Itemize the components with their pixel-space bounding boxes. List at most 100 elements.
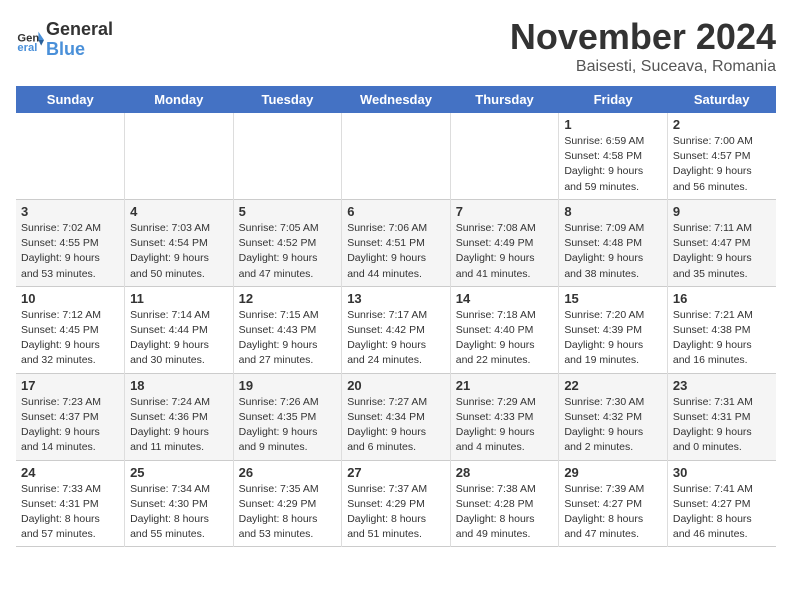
- day-info: Sunrise: 7:09 AM Sunset: 4:48 PM Dayligh…: [564, 221, 662, 282]
- day-number: 21: [456, 378, 554, 393]
- day-number: 15: [564, 291, 662, 306]
- calendar-cell: 29 Sunrise: 7:39 AM Sunset: 4:27 PM Dayli…: [559, 460, 668, 547]
- day-number: 26: [239, 465, 337, 480]
- calendar-cell: 13 Sunrise: 7:17 AM Sunset: 4:42 PM Dayli…: [342, 286, 451, 373]
- day-info: Sunrise: 7:29 AM Sunset: 4:33 PM Dayligh…: [456, 395, 554, 456]
- header-sunday: Sunday: [16, 86, 125, 113]
- location-subtitle: Baisesti, Suceava, Romania: [510, 58, 776, 76]
- header-row: Sunday Monday Tuesday Wednesday Thursday…: [16, 86, 776, 113]
- calendar-cell: 28Sunrise: 7:38 AM Sunset: 4:28 PM Dayli…: [450, 460, 559, 547]
- day-info: Sunrise: 7:31 AM Sunset: 4:31 PM Dayligh…: [673, 395, 771, 456]
- calendar-cell: 15Sunrise: 7:20 AM Sunset: 4:39 PM Dayli…: [559, 286, 668, 373]
- header-thursday: Thursday: [450, 86, 559, 113]
- day-info: Sunrise: 7:41 AM Sunset: 4:27 PM Dayligh…: [673, 482, 771, 543]
- month-title: November 2024: [510, 16, 776, 58]
- calendar-week-row: 1 Sunrise: 6:59 AM Sunset: 4:58 PM Daylig…: [16, 113, 776, 199]
- header-wednesday: Wednesday: [342, 86, 451, 113]
- header-monday: Monday: [125, 86, 234, 113]
- header-friday: Friday: [559, 86, 668, 113]
- day-number: 29: [564, 465, 662, 480]
- calendar-cell: 7 Sunrise: 7:08 AM Sunset: 4:49 PM Daylig…: [450, 199, 559, 286]
- day-info: Sunrise: 7:00 AM Sunset: 4:57 PM Dayligh…: [673, 134, 771, 195]
- day-number: 27: [347, 465, 445, 480]
- day-info: Sunrise: 7:18 AM Sunset: 4:40 PM Dayligh…: [456, 308, 554, 369]
- title-block: November 2024 Baisesti, Suceava, Romania: [510, 16, 776, 76]
- day-info: Sunrise: 7:39 AM Sunset: 4:27 PM Dayligh…: [564, 482, 662, 543]
- day-number: 30: [673, 465, 771, 480]
- day-number: 8: [564, 204, 662, 219]
- header-saturday: Saturday: [667, 86, 776, 113]
- day-info: Sunrise: 7:17 AM Sunset: 4:42 PM Dayligh…: [347, 308, 445, 369]
- day-info: Sunrise: 7:05 AM Sunset: 4:52 PM Dayligh…: [239, 221, 337, 282]
- calendar-cell: 3 Sunrise: 7:02 AM Sunset: 4:55 PM Daylig…: [16, 199, 125, 286]
- calendar-week-row: 17Sunrise: 7:23 AM Sunset: 4:37 PM Dayli…: [16, 373, 776, 460]
- calendar-cell: 10 Sunrise: 7:12 AM Sunset: 4:45 PM Dayli…: [16, 286, 125, 373]
- day-info: Sunrise: 7:24 AM Sunset: 4:36 PM Dayligh…: [130, 395, 228, 456]
- logo: Gen eral GeneralBlue: [16, 20, 113, 60]
- calendar-cell: 23Sunrise: 7:31 AM Sunset: 4:31 PM Dayli…: [667, 373, 776, 460]
- day-info: Sunrise: 7:27 AM Sunset: 4:34 PM Dayligh…: [347, 395, 445, 456]
- calendar-cell: [233, 113, 342, 199]
- header-tuesday: Tuesday: [233, 86, 342, 113]
- calendar-week-row: 10 Sunrise: 7:12 AM Sunset: 4:45 PM Dayli…: [16, 286, 776, 373]
- calendar-cell: 16 Sunrise: 7:21 AM Sunset: 4:38 PM Dayli…: [667, 286, 776, 373]
- day-info: Sunrise: 7:02 AM Sunset: 4:55 PM Dayligh…: [21, 221, 119, 282]
- day-number: 13: [347, 291, 445, 306]
- day-number: 1: [564, 117, 662, 132]
- day-info: Sunrise: 7:08 AM Sunset: 4:49 PM Dayligh…: [456, 221, 554, 282]
- day-number: 17: [21, 378, 119, 393]
- day-info: Sunrise: 7:34 AM Sunset: 4:30 PM Dayligh…: [130, 482, 228, 543]
- calendar-header: Sunday Monday Tuesday Wednesday Thursday…: [16, 86, 776, 113]
- day-number: 16: [673, 291, 771, 306]
- calendar-cell: 18 Sunrise: 7:24 AM Sunset: 4:36 PM Dayli…: [125, 373, 234, 460]
- calendar-cell: 27 Sunrise: 7:37 AM Sunset: 4:29 PM Dayli…: [342, 460, 451, 547]
- page-header: Gen eral GeneralBlue November 2024 Baise…: [16, 16, 776, 76]
- day-info: Sunrise: 7:03 AM Sunset: 4:54 PM Dayligh…: [130, 221, 228, 282]
- calendar-cell: 19Sunrise: 7:26 AM Sunset: 4:35 PM Dayli…: [233, 373, 342, 460]
- day-number: 4: [130, 204, 228, 219]
- day-number: 22: [564, 378, 662, 393]
- day-info: Sunrise: 7:26 AM Sunset: 4:35 PM Dayligh…: [239, 395, 337, 456]
- day-info: Sunrise: 7:15 AM Sunset: 4:43 PM Dayligh…: [239, 308, 337, 369]
- day-number: 7: [456, 204, 554, 219]
- day-number: 25: [130, 465, 228, 480]
- calendar-cell: 4 Sunrise: 7:03 AM Sunset: 4:54 PM Daylig…: [125, 199, 234, 286]
- day-number: 6: [347, 204, 445, 219]
- day-info: Sunrise: 7:30 AM Sunset: 4:32 PM Dayligh…: [564, 395, 662, 456]
- calendar-cell: 9 Sunrise: 7:11 AM Sunset: 4:47 PM Daylig…: [667, 199, 776, 286]
- day-info: Sunrise: 7:21 AM Sunset: 4:38 PM Dayligh…: [673, 308, 771, 369]
- day-number: 3: [21, 204, 119, 219]
- svg-text:eral: eral: [17, 42, 37, 54]
- day-number: 24: [21, 465, 119, 480]
- day-info: Sunrise: 7:14 AM Sunset: 4:44 PM Dayligh…: [130, 308, 228, 369]
- calendar-cell: 21 Sunrise: 7:29 AM Sunset: 4:33 PM Dayli…: [450, 373, 559, 460]
- day-info: Sunrise: 7:11 AM Sunset: 4:47 PM Dayligh…: [673, 221, 771, 282]
- calendar-week-row: 24 Sunrise: 7:33 AM Sunset: 4:31 PM Dayli…: [16, 460, 776, 547]
- calendar-cell: 26Sunrise: 7:35 AM Sunset: 4:29 PM Dayli…: [233, 460, 342, 547]
- day-number: 14: [456, 291, 554, 306]
- logo-icon: Gen eral: [16, 26, 44, 54]
- day-number: 2: [673, 117, 771, 132]
- calendar-week-row: 3 Sunrise: 7:02 AM Sunset: 4:55 PM Daylig…: [16, 199, 776, 286]
- calendar-cell: 5 Sunrise: 7:05 AM Sunset: 4:52 PM Daylig…: [233, 199, 342, 286]
- day-number: 5: [239, 204, 337, 219]
- day-info: Sunrise: 7:37 AM Sunset: 4:29 PM Dayligh…: [347, 482, 445, 543]
- day-info: Sunrise: 6:59 AM Sunset: 4:58 PM Dayligh…: [564, 134, 662, 195]
- day-info: Sunrise: 7:12 AM Sunset: 4:45 PM Dayligh…: [21, 308, 119, 369]
- calendar-cell: 25 Sunrise: 7:34 AM Sunset: 4:30 PM Dayli…: [125, 460, 234, 547]
- calendar-cell: 2 Sunrise: 7:00 AM Sunset: 4:57 PM Daylig…: [667, 113, 776, 199]
- calendar-cell: 22 Sunrise: 7:30 AM Sunset: 4:32 PM Dayli…: [559, 373, 668, 460]
- calendar-body: 1 Sunrise: 6:59 AM Sunset: 4:58 PM Daylig…: [16, 113, 776, 547]
- day-number: 9: [673, 204, 771, 219]
- calendar-cell: 24 Sunrise: 7:33 AM Sunset: 4:31 PM Dayli…: [16, 460, 125, 547]
- calendar-cell: 6Sunrise: 7:06 AM Sunset: 4:51 PM Daylig…: [342, 199, 451, 286]
- day-number: 18: [130, 378, 228, 393]
- day-info: Sunrise: 7:38 AM Sunset: 4:28 PM Dayligh…: [456, 482, 554, 543]
- calendar-cell: 8 Sunrise: 7:09 AM Sunset: 4:48 PM Daylig…: [559, 199, 668, 286]
- day-number: 10: [21, 291, 119, 306]
- calendar-cell: 12Sunrise: 7:15 AM Sunset: 4:43 PM Dayli…: [233, 286, 342, 373]
- calendar-cell: 11 Sunrise: 7:14 AM Sunset: 4:44 PM Dayli…: [125, 286, 234, 373]
- day-number: 11: [130, 291, 228, 306]
- calendar-cell: 1 Sunrise: 6:59 AM Sunset: 4:58 PM Daylig…: [559, 113, 668, 199]
- day-info: Sunrise: 7:33 AM Sunset: 4:31 PM Dayligh…: [21, 482, 119, 543]
